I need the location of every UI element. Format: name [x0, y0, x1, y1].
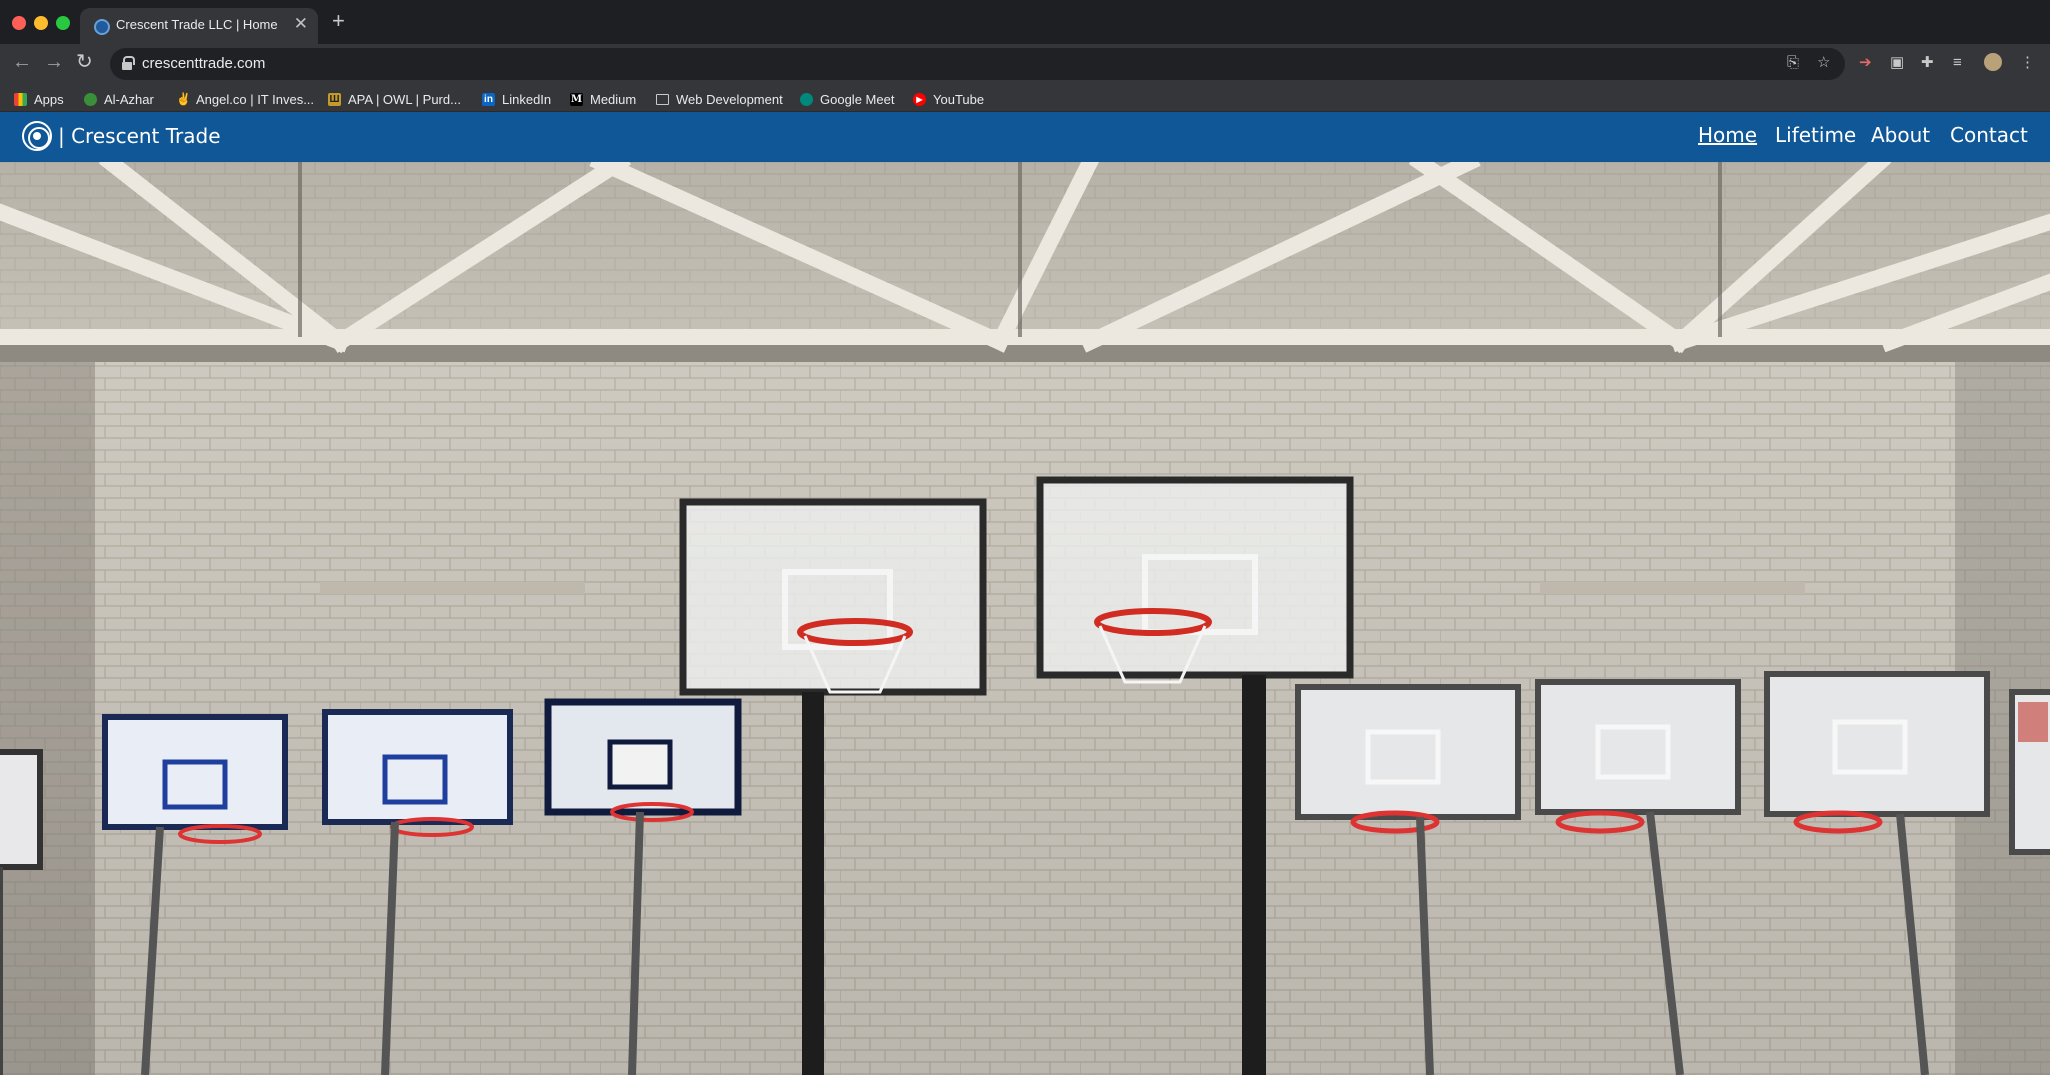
minimize-window-button[interactable] [34, 16, 48, 30]
bookmark-label: Al-Azhar [104, 91, 154, 107]
bookmark-google-meet[interactable]: Google Meet [800, 90, 894, 108]
nav-home[interactable]: Home [1698, 123, 1757, 147]
browser-titlebar: Crescent Trade LLC | Home ✕ + [0, 0, 2050, 44]
owl-icon: Ш [328, 92, 341, 106]
bookmark-label: LinkedIn [502, 91, 552, 107]
bookmark-youtube[interactable]: ▶ YouTube [913, 90, 984, 108]
bookmark-angel[interactable]: ✌ Angel.co | IT Inves... [176, 90, 314, 108]
bookmarks-bar: Apps Al-Azhar ✌ Angel.co | IT Inves... Ш… [0, 84, 2050, 112]
bookmark-label: Angel.co | IT Inves... [196, 91, 315, 107]
browser-toolbar: ← → ↻ crescenttrade.com ⎘ ☆ ➔ ▣ ✚ ≡ ⋮ [0, 44, 2050, 84]
folder-icon [656, 93, 669, 105]
bookmark-linkedin[interactable]: in LinkedIn [482, 90, 551, 108]
google-meet-icon [800, 92, 813, 106]
al-azhar-icon [84, 92, 97, 106]
tab-title: Crescent Trade LLC | Home [116, 17, 278, 32]
menu-kebab-icon[interactable]: ⋮ [2020, 55, 2035, 70]
bookmark-star-icon[interactable]: ☆ [1817, 55, 1830, 70]
apps-grid-icon [14, 92, 27, 106]
extension-cb-icon[interactable]: ▣ [1890, 55, 1904, 70]
medium-icon: M [570, 92, 583, 106]
bookmark-label: Medium [590, 91, 637, 107]
crescent-favicon-icon [94, 19, 110, 35]
tab-close-icon[interactable]: ✕ [294, 15, 308, 32]
profile-avatar[interactable] [1984, 53, 2002, 71]
hero-image [0, 162, 2050, 1075]
new-tab-button[interactable]: + [332, 10, 345, 32]
reading-list-icon[interactable]: ≡ [1953, 55, 1962, 70]
bookmark-web-development[interactable]: Web Development [656, 90, 783, 108]
bookmark-medium[interactable]: M Medium [570, 90, 636, 108]
lock-icon [122, 56, 135, 70]
address-bar[interactable]: crescenttrade.com ⎘ ☆ [110, 48, 1845, 80]
linkedin-icon: in [482, 92, 495, 106]
angel-icon: ✌ [176, 91, 191, 106]
bookmark-apps[interactable]: Apps [14, 90, 64, 108]
bookmark-label: Web Development [676, 91, 783, 107]
bookmark-al-azhar[interactable]: Al-Azhar [84, 90, 154, 108]
maximize-window-button[interactable] [56, 16, 70, 30]
web-page: | Crescent Trade Home Lifetime About Con… [0, 112, 2050, 1075]
site-navbar: | Crescent Trade Home Lifetime About Con… [0, 112, 2050, 162]
bookmark-label: YouTube [933, 91, 985, 107]
translate-icon[interactable]: ⎘ [1787, 55, 1799, 70]
crescent-logo-icon[interactable] [22, 121, 52, 151]
url-text: crescenttrade.com [142, 55, 266, 72]
nav-lifetime[interactable]: Lifetime [1775, 123, 1856, 147]
bookmark-label: Google Meet [820, 91, 895, 107]
site-brand[interactable]: | Crescent Trade [58, 124, 221, 148]
nav-contact[interactable]: Contact [1950, 123, 2028, 147]
reload-icon[interactable]: ↻ [76, 52, 93, 72]
forward-arrow-icon[interactable]: → [44, 52, 64, 72]
close-window-button[interactable] [12, 16, 26, 30]
bookmark-label: APA | OWL | Purd... [348, 91, 461, 107]
nav-about[interactable]: About [1871, 123, 1930, 147]
back-arrow-icon[interactable]: ← [12, 52, 32, 72]
bookmark-owl[interactable]: Ш APA | OWL | Purd... [328, 90, 461, 108]
extension-red-icon[interactable]: ➔ [1859, 55, 1872, 70]
extensions-puzzle-icon[interactable]: ✚ [1921, 55, 1934, 70]
bookmark-label: Apps [34, 91, 64, 107]
hoop-right-partial [2009, 689, 2050, 855]
browser-tab[interactable]: Crescent Trade LLC | Home ✕ [80, 8, 318, 44]
youtube-icon: ▶ [913, 92, 926, 106]
